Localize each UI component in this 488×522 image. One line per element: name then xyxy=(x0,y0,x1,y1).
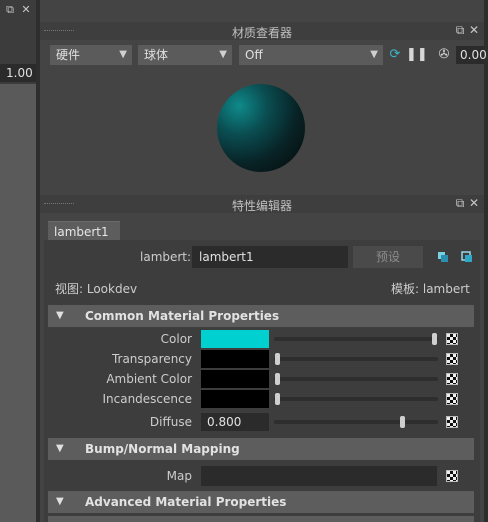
renderer-value: 硬件 xyxy=(56,48,81,62)
window-float-icon[interactable]: ⧉ xyxy=(454,24,466,36)
preset-button[interactable]: 预设 xyxy=(353,246,423,268)
environment-dropdown[interactable]: Off ▼ xyxy=(239,45,383,65)
pause-icon[interactable]: ❚❚ xyxy=(406,47,428,63)
pane-divider-right[interactable] xyxy=(484,0,488,522)
ambient-color-slider[interactable] xyxy=(274,377,438,381)
transparency-swatch[interactable] xyxy=(201,350,269,368)
ambient-color-swatch[interactable] xyxy=(201,370,269,388)
section-advanced-material[interactable]: ▼ Advanced Material Properties xyxy=(48,491,474,513)
checker-map-icon[interactable] xyxy=(446,373,458,385)
section-title: Bump/Normal Mapping xyxy=(85,442,240,456)
incandescence-label: Incandescence xyxy=(102,392,192,406)
color-swatch[interactable] xyxy=(201,330,269,348)
color-slider-handle[interactable] xyxy=(432,333,437,345)
diffuse-slider[interactable] xyxy=(274,420,438,424)
viewport[interactable] xyxy=(0,84,36,522)
template-label: 模板: lambert xyxy=(391,282,470,296)
transparency-slider[interactable] xyxy=(274,357,438,361)
attribute-editor-title: 特性编辑器 xyxy=(231,199,292,213)
diffuse-label: Diffuse xyxy=(149,415,192,429)
diffuse-slider-handle[interactable] xyxy=(400,416,405,428)
incandescence-slider[interactable] xyxy=(274,397,438,401)
color-label: Color xyxy=(160,332,192,346)
incandescence-swatch[interactable] xyxy=(201,390,269,408)
close-icon[interactable]: ✕ xyxy=(468,24,480,36)
map-label: Map xyxy=(166,469,192,483)
collapse-triangle-icon: ▼ xyxy=(56,310,64,321)
environment-value: Off xyxy=(245,48,263,62)
window-float-icon[interactable]: ⧉ xyxy=(4,4,16,16)
ambient-color-slider-handle[interactable] xyxy=(275,373,280,385)
section-title: Common Material Properties xyxy=(85,309,280,323)
transparency-slider-handle[interactable] xyxy=(275,353,280,365)
collapse-triangle-icon: ▼ xyxy=(56,496,64,507)
section-title: Advanced Material Properties xyxy=(85,495,287,509)
chevron-down-icon: ▼ xyxy=(219,49,227,60)
exposure-icon[interactable]: ✇ xyxy=(436,47,452,63)
material-viewer-titlebar: 材质查看器 ⧉ ✕ xyxy=(40,22,484,40)
close-icon[interactable]: ✕ xyxy=(20,4,32,16)
checker-map-icon[interactable] xyxy=(446,333,458,345)
shape-value: 球体 xyxy=(144,48,169,62)
preview-sphere xyxy=(217,84,305,172)
ambient-color-label: Ambient Color xyxy=(106,372,192,386)
chevron-down-icon: ▼ xyxy=(119,49,127,60)
close-icon[interactable]: ✕ xyxy=(468,197,480,209)
left-value-field[interactable]: 1.00 xyxy=(0,64,36,82)
incandescence-slider-handle[interactable] xyxy=(275,393,280,405)
diffuse-value-field[interactable]: 0.800 xyxy=(201,413,269,431)
exposure-field[interactable]: 0.00 xyxy=(456,46,487,64)
node-copy-icon[interactable] xyxy=(461,251,473,263)
shape-dropdown[interactable]: 球体 ▼ xyxy=(138,45,232,65)
material-preview[interactable] xyxy=(40,68,484,188)
attribute-editor-titlebar: 特性编辑器 ⧉ ✕ xyxy=(40,195,484,213)
section-bump-normal[interactable]: ▼ Bump/Normal Mapping xyxy=(48,438,474,460)
renderer-dropdown[interactable]: 硬件 ▼ xyxy=(50,45,132,65)
refresh-render-icon[interactable]: ⟳ xyxy=(387,47,403,63)
checker-map-icon[interactable] xyxy=(446,353,458,365)
tab-lambert1[interactable]: lambert1 xyxy=(48,221,120,241)
color-slider[interactable] xyxy=(274,337,438,341)
checker-map-icon[interactable] xyxy=(446,393,458,405)
checker-map-icon[interactable] xyxy=(446,416,458,428)
section-next[interactable] xyxy=(48,516,474,522)
window-float-icon[interactable]: ⧉ xyxy=(454,197,466,209)
map-field[interactable] xyxy=(201,466,437,486)
transparency-label: Transparency xyxy=(111,352,192,366)
checker-map-icon[interactable] xyxy=(446,470,458,482)
material-viewer-toolbar: 硬件 ▼ 球体 ▼ Off ▼ ⟳ ❚❚ ✇ 0.00 xyxy=(40,42,487,68)
collapse-triangle-icon: ▼ xyxy=(56,443,64,454)
chevron-down-icon: ▼ xyxy=(370,49,378,60)
view-label: 视图: Lookdev xyxy=(55,282,138,296)
node-select-icon[interactable] xyxy=(437,251,449,263)
node-name-field[interactable]: lambert1 xyxy=(192,246,348,268)
section-common-material[interactable]: ▼ Common Material Properties xyxy=(48,305,474,327)
node-type-label: lambert: xyxy=(140,250,192,264)
material-viewer-title: 材质查看器 xyxy=(231,26,292,40)
